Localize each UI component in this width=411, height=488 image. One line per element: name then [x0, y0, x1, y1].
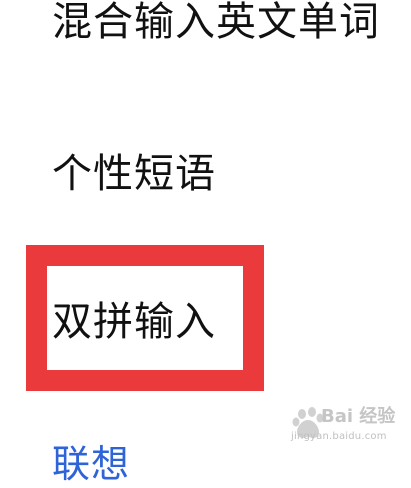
menu-item-association[interactable]: 联想 — [52, 440, 130, 488]
highlight-box — [26, 245, 264, 391]
baidu-jingyan-watermark: Bai 经验 jingyan.baidu.com — [287, 404, 397, 448]
watermark-brand: Bai 经验 — [321, 406, 396, 427]
menu-item-personal-phrases[interactable]: 个性短语 — [52, 150, 216, 198]
menu-item-mixed-english-input[interactable]: 混合输入英文单词 — [52, 0, 380, 46]
watermark-url: jingyan.baidu.com — [291, 431, 387, 442]
